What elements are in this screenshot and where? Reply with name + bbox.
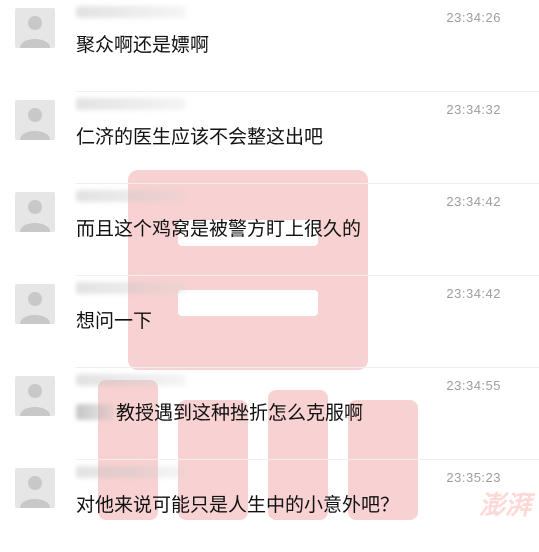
message-timestamp: 23:34:42 [446,286,501,301]
message-text: 而且这个鸡窝是被警方盯上很久的 [76,218,362,240]
message-text-with-redaction: 教授遇到这种挫折怎么克服啊 [76,398,363,425]
sender-name-blurred [76,190,186,202]
person-silhouette-icon [20,292,50,324]
message-row: 23:34:32 仁济的医生应该不会整这出吧 [0,92,539,184]
message-timestamp: 23:34:32 [446,102,501,117]
person-silhouette-icon [20,476,50,508]
sender-name-blurred [76,466,186,478]
avatar[interactable] [15,468,55,508]
sender-name-blurred [76,6,186,18]
avatar[interactable] [15,284,55,324]
person-silhouette-icon [20,16,50,48]
avatar[interactable] [15,376,55,416]
message-text: 聚众啊还是嫖啊 [76,34,210,56]
person-silhouette-icon [20,108,50,140]
avatar[interactable] [15,8,55,48]
avatar[interactable] [15,192,55,232]
message-timestamp: 23:34:26 [446,10,501,25]
chat-message-list[interactable]: 23:34:26 聚众啊还是嫖啊 23:34:32 仁济的医生应该不会整这出吧 … [0,0,539,546]
message-text: 想问一下 [76,310,153,332]
message-timestamp: 23:35:23 [446,470,501,485]
sender-name-blurred [76,374,186,386]
message-row: 23:35:23 对他来说可能只是人生中的小意外吧？ [0,460,539,552]
message-row: 23:34:42 想问一下 [0,276,539,368]
message-text: 对他来说可能只是人生中的小意外吧？ [76,494,400,516]
message-timestamp: 23:34:55 [446,378,501,393]
message-text: 教授遇到这种挫折怎么克服啊 [116,402,364,424]
message-row: 23:34:55 教授遇到这种挫折怎么克服啊 [0,368,539,460]
message-text: 仁济的医生应该不会整这出吧 [76,126,324,148]
sender-name-blurred [76,282,186,294]
message-row: 23:34:26 聚众啊还是嫖啊 [0,0,539,92]
avatar[interactable] [15,100,55,140]
message-timestamp: 23:34:42 [446,194,501,209]
person-silhouette-icon [20,200,50,232]
message-row: 23:34:42 而且这个鸡窝是被警方盯上很久的 [0,184,539,276]
sender-name-blurred [76,98,186,110]
person-silhouette-icon [20,384,50,416]
redacted-name-blur [76,404,114,420]
